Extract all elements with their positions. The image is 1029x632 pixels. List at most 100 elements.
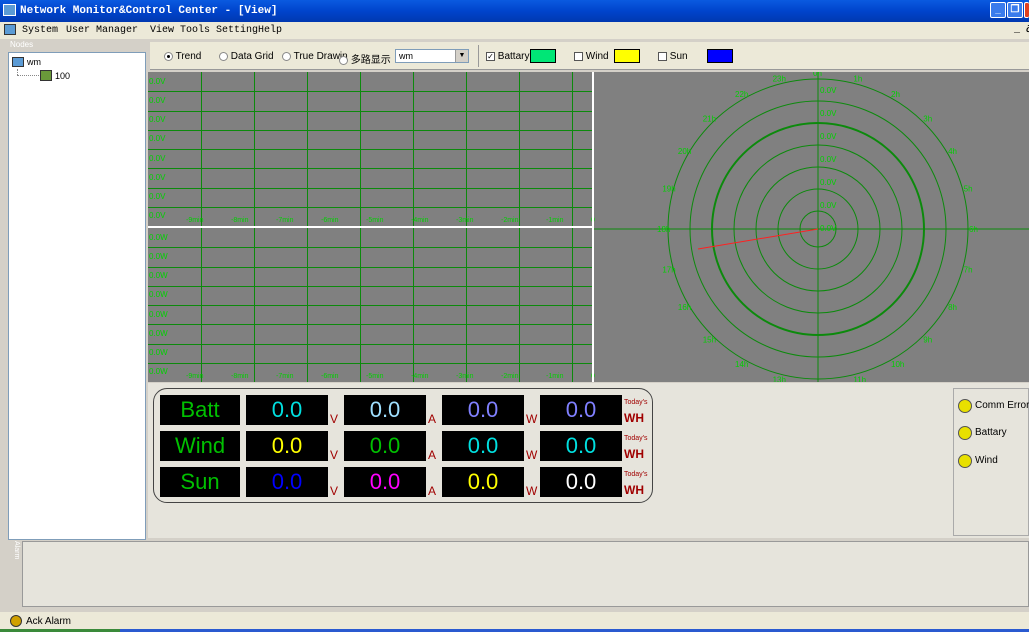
unit-wh: WH xyxy=(624,447,644,461)
polar-hour-label: 6h xyxy=(969,225,978,234)
network-icon xyxy=(12,57,24,67)
unit-wh: WH xyxy=(624,483,644,497)
meter-value-v: 0.0 xyxy=(246,467,328,497)
tree-line-h xyxy=(17,75,39,76)
polar-hour-label: 23h xyxy=(773,74,786,83)
title-bar: Network Monitor&Control Center - [View] … xyxy=(0,0,1029,22)
today-label: Today's xyxy=(624,399,648,406)
polar-hour-label: 17h xyxy=(662,265,675,274)
polar-hour-label: 5h xyxy=(964,185,973,194)
power-y-label: 0.0W xyxy=(149,252,168,261)
unit-w: W xyxy=(526,448,538,462)
device-icon xyxy=(40,70,52,81)
polar-hour-label: 14h xyxy=(735,360,748,369)
power-hgrid xyxy=(148,247,592,248)
power-x-label: -5min xyxy=(366,373,384,380)
unit-v: V xyxy=(330,484,339,498)
voltage-y-label: 0.0V xyxy=(149,134,166,143)
menu-view[interactable]: View xyxy=(150,25,174,36)
voltage-vgrid xyxy=(413,72,414,226)
polar-hour-label: 18h xyxy=(657,225,670,234)
separator xyxy=(478,45,479,67)
unit-a: A xyxy=(428,448,437,462)
polar-hour-label: 22h xyxy=(735,90,748,99)
meter-value-wh: 0.0 xyxy=(540,395,622,425)
node-tree[interactable]: wm 100 xyxy=(8,52,146,540)
voltage-y-label: 0.0V xyxy=(149,115,166,124)
check-battery[interactable]: ✓ Battary xyxy=(486,51,529,62)
voltage-vgrid xyxy=(307,72,308,226)
mdi-minimize-icon[interactable]: _ ∂ xyxy=(1014,25,1029,36)
view-toolbar: Trend Data Grid True Drawin 多路显示 wm ▼ ✓ … xyxy=(150,42,1029,70)
menu-setting[interactable]: Setting xyxy=(216,25,258,36)
tree-root-label[interactable]: wm xyxy=(27,57,41,67)
unit-v: V xyxy=(330,448,339,462)
meter-row-name: Batt xyxy=(160,395,240,425)
minimize-button[interactable]: _ xyxy=(990,2,1006,18)
power-vgrid xyxy=(360,228,361,382)
log-caption: Alarm xyxy=(13,541,20,560)
meter-value-w: 0.0 xyxy=(442,395,524,425)
voltage-x-label: -3min xyxy=(456,217,474,224)
radio-trend[interactable]: Trend xyxy=(164,51,201,62)
voltage-hgrid xyxy=(148,111,592,112)
window-title: Network Monitor&Control Center - [View] xyxy=(20,5,278,17)
sun-color-swatch[interactable] xyxy=(707,49,733,63)
polar-hour-label: 7h xyxy=(964,265,973,274)
polar-hour-label: 3h xyxy=(923,115,932,124)
alarm-label-battery: Battary xyxy=(975,427,1007,438)
node-select-value: wm xyxy=(399,51,413,61)
radio-true-drawing[interactable]: True Drawin xyxy=(282,51,348,62)
wind-led xyxy=(958,454,972,468)
radio-data-grid[interactable]: Data Grid xyxy=(219,51,274,62)
voltage-y-label: 0.0V xyxy=(149,173,166,182)
power-x-label: -4min xyxy=(411,373,429,380)
chart-area: 0.0V 0.0V 0.0V 0.0V 0.0V 0.0V 0.0V 0.0V -9min -8m… xyxy=(148,72,1029,382)
menu-tools[interactable]: Tools xyxy=(180,25,210,36)
restore-button[interactable]: ❐ xyxy=(1007,2,1023,18)
menu-help[interactable]: Help xyxy=(258,25,282,36)
power-hgrid xyxy=(148,305,592,306)
polar-hour-label: 21h xyxy=(703,115,716,124)
menu-system[interactable]: System xyxy=(22,25,58,36)
voltage-vgrid xyxy=(201,72,202,226)
today-label: Today's xyxy=(624,435,648,442)
alarm-log[interactable] xyxy=(22,541,1029,607)
polar-hour-label: 15h xyxy=(703,335,716,344)
menu-user-manager[interactable]: User Manager xyxy=(66,25,138,36)
meter-row-name: Wind xyxy=(160,431,240,461)
polar-ring-label: 0.0V xyxy=(820,109,837,118)
power-x-label: -2min xyxy=(501,373,519,380)
menu-bar: System User Manager View Tools Setting H… xyxy=(0,22,1029,39)
power-y-label: 0.0W xyxy=(149,271,168,280)
voltage-vgrid xyxy=(466,72,467,226)
status-bar: Ack Alarm xyxy=(0,612,1029,632)
power-hgrid xyxy=(148,267,592,268)
tree-child-label[interactable]: 100 xyxy=(55,71,70,81)
polar-hour-label: 1h xyxy=(853,74,862,83)
battery-color-swatch[interactable] xyxy=(530,49,556,63)
power-y-label: 0.0W xyxy=(149,310,168,319)
polar-hour-label: 4h xyxy=(948,147,957,156)
ack-alarm-icon[interactable] xyxy=(10,615,22,627)
power-vgrid xyxy=(201,228,202,382)
alarm-panel: Comm Error Battary Wind xyxy=(953,388,1029,536)
alarm-label-comm-error: Comm Error xyxy=(975,400,1029,411)
polar-hour-label: 12h xyxy=(813,381,826,382)
power-vgrid xyxy=(413,228,414,382)
chevron-down-icon[interactable]: ▼ xyxy=(455,50,468,62)
ack-alarm-button[interactable]: Ack Alarm xyxy=(26,616,71,627)
voltage-y-label: 0.0V xyxy=(149,192,166,201)
check-sun[interactable]: Sun xyxy=(658,51,688,62)
check-wind[interactable]: Wind xyxy=(574,51,609,62)
polar-ring-label: 0.0V xyxy=(820,224,837,233)
polar-hour-label: 10h xyxy=(891,360,904,369)
voltage-vgrid xyxy=(572,72,573,226)
polar-ring-label: 0.0V xyxy=(820,155,837,164)
voltage-x-label: -5min xyxy=(366,217,384,224)
close-button[interactable] xyxy=(1024,2,1029,18)
radio-multi[interactable]: 多路显示 xyxy=(339,51,391,66)
node-select[interactable]: wm ▼ xyxy=(395,49,469,63)
wind-color-swatch[interactable] xyxy=(614,49,640,63)
power-vgrid xyxy=(466,228,467,382)
